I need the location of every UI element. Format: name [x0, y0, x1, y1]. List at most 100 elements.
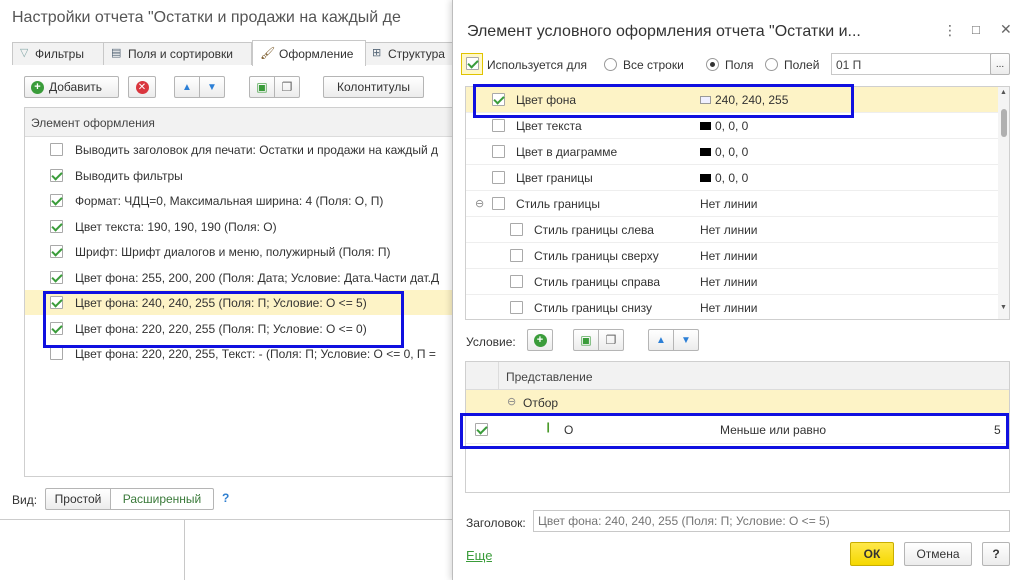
property-row[interactable]: Стиль границы справа Нет линии	[466, 269, 998, 295]
property-row[interactable]: Стиль границы слева Нет линии	[466, 217, 998, 243]
arrow-down-icon: ▼	[681, 334, 691, 346]
help-button[interactable]: ?	[982, 542, 1010, 566]
list-item-label: Выводить заголовок для печати: Остатки и…	[75, 143, 438, 157]
more-menu-icon[interactable]: ⋮	[943, 22, 957, 39]
fields-icon: ▤	[111, 47, 122, 59]
property-value: Нет линии	[700, 301, 758, 315]
property-value: 0, 0, 0	[700, 119, 748, 133]
fields-select-button[interactable]: ...	[990, 53, 1010, 75]
cond-check-all-button[interactable]: ▣	[573, 329, 599, 351]
property-checkbox[interactable]	[510, 275, 523, 288]
list-item[interactable]: Выводить заголовок для печати: Остатки и…	[25, 137, 456, 162]
list-item-checkbox[interactable]	[50, 143, 63, 156]
property-row[interactable]: ⊖ Стиль границы Нет линии	[466, 191, 998, 217]
list-item[interactable]: Шрифт: Шрифт диалогов и меню, полужирный…	[25, 239, 456, 264]
used-for-checkbox[interactable]	[466, 57, 479, 70]
delete-icon: ✕	[135, 80, 149, 94]
list-item-checkbox[interactable]	[50, 219, 63, 233]
color-swatch-icon	[700, 174, 711, 182]
property-value: 0, 0, 0	[700, 171, 748, 185]
property-name: Цвет в диаграмме	[516, 145, 618, 159]
caption-label: Заголовок:	[466, 516, 526, 530]
add-button[interactable]: + Добавить	[24, 76, 119, 98]
tab-appearance[interactable]: 🖌 Оформление	[252, 40, 366, 66]
scroll-down-icon[interactable]: ▼	[1000, 304, 1007, 311]
caption-input[interactable]	[533, 510, 1010, 532]
property-checkbox[interactable]	[510, 249, 523, 262]
property-checkbox[interactable]	[492, 171, 505, 184]
property-name: Стиль границы	[516, 197, 601, 211]
move-up-button[interactable]: ▲	[174, 76, 200, 98]
ok-button[interactable]: ОК	[850, 542, 894, 566]
tab-fields[interactable]: ▤ Поля и сортировки	[104, 42, 252, 65]
properties-table: Цвет фона 240, 240, 255 Цвет текста 0, 0, 0…	[465, 86, 1010, 320]
structure-icon: ⊞	[372, 47, 382, 59]
list-item[interactable]: Цвет текста: 190, 190, 190 (Поля: О)	[25, 214, 456, 239]
cond-uncheck-all-button[interactable]: ❐	[598, 329, 624, 351]
delete-button[interactable]: ✕	[128, 76, 156, 98]
property-checkbox[interactable]	[510, 223, 523, 236]
left-window: Настройки отчета "Остатки и продажи на к…	[0, 0, 456, 520]
list-item-checkbox[interactable]	[50, 194, 63, 207]
collapse-icon[interactable]: ⊖	[507, 395, 516, 408]
tab-structure[interactable]: ⊞ Структура	[366, 42, 455, 65]
list-item-checkbox[interactable]	[50, 270, 63, 284]
close-icon[interactable]: ✕	[1000, 21, 1012, 38]
property-row[interactable]: Цвет границы 0, 0, 0	[466, 165, 998, 191]
check-all-button[interactable]: ▣	[249, 76, 275, 98]
check-all-icon: ▣	[580, 333, 592, 347]
property-row[interactable]: Стиль границы сверху Нет линии	[466, 243, 998, 269]
background-window-edge	[184, 520, 185, 580]
more-link[interactable]: Еще	[466, 548, 492, 563]
list-item-checkbox[interactable]	[50, 347, 63, 360]
brush-icon: 🖌	[260, 46, 276, 60]
property-value: 0, 0, 0	[700, 145, 748, 159]
property-checkbox[interactable]	[492, 145, 505, 158]
condition-label: Условие:	[466, 335, 516, 349]
list-item-checkbox[interactable]	[50, 168, 63, 182]
radio-fields-n[interactable]	[765, 58, 778, 71]
list-item[interactable]: Формат: ЧДЦ=0, Максимальная ширина: 4 (П…	[25, 188, 456, 213]
view-simple-button[interactable]: Простой	[45, 488, 111, 510]
scrollbar[interactable]: ▲ ▼	[998, 87, 1009, 319]
property-name: Стиль границы сверху	[534, 249, 659, 263]
cond-header: Представление	[466, 362, 1009, 390]
property-checkbox[interactable]	[492, 119, 505, 132]
property-name: Цвет текста	[516, 119, 582, 133]
list-header: Элемент оформления	[25, 108, 456, 137]
list-item-label: Цвет текста: 190, 190, 190 (Поля: О)	[75, 219, 277, 234]
cancel-button[interactable]: Отмена	[904, 542, 972, 566]
property-value: Нет линии	[700, 275, 758, 289]
list-item-checkbox[interactable]	[50, 245, 63, 258]
list-item-label: Выводить фильтры	[75, 168, 183, 183]
help-link[interactable]: ?	[222, 491, 229, 505]
radio-all-rows[interactable]	[604, 58, 617, 71]
radio-fields[interactable]	[706, 58, 719, 71]
property-value: Нет линии	[700, 223, 758, 237]
list-item[interactable]: Цвет фона: 255, 200, 200 (Поля: Дата; Ус…	[25, 265, 456, 290]
property-checkbox[interactable]	[510, 301, 523, 314]
cond-move-down-button[interactable]: ▼	[673, 329, 699, 351]
property-name: Стиль границы справа	[534, 275, 661, 289]
uncheck-all-icon: ❐	[605, 333, 617, 347]
arrow-up-icon: ▲	[182, 81, 192, 93]
maximize-icon[interactable]: □	[972, 22, 980, 37]
tab-filters[interactable]: ▽ Фильтры	[12, 42, 104, 65]
property-row[interactable]: Стиль границы снизу Нет линии	[466, 295, 998, 319]
list-item-label: Цвет фона: 255, 200, 200 (Поля: Дата; Ус…	[75, 270, 440, 285]
list-item[interactable]: Выводить фильтры	[25, 163, 456, 188]
view-advanced-button[interactable]: Расширенный	[110, 488, 214, 510]
uncheck-all-button[interactable]: ❐	[274, 76, 300, 98]
headers-button[interactable]: Колонтитулы	[323, 76, 424, 98]
property-checkbox[interactable]	[492, 197, 505, 210]
property-row[interactable]: Цвет в диаграмме 0, 0, 0	[466, 139, 998, 165]
color-swatch-icon	[700, 148, 711, 156]
scroll-up-icon[interactable]: ▲	[1000, 89, 1007, 96]
cond-move-up-button[interactable]: ▲	[648, 329, 674, 351]
cond-add-button[interactable]: +	[527, 329, 553, 351]
fields-input[interactable]: 01 П	[831, 53, 991, 75]
scroll-thumb[interactable]	[1001, 109, 1007, 137]
property-value: Нет линии	[700, 197, 758, 211]
move-down-button[interactable]: ▼	[199, 76, 225, 98]
collapse-icon[interactable]: ⊖	[475, 197, 484, 210]
